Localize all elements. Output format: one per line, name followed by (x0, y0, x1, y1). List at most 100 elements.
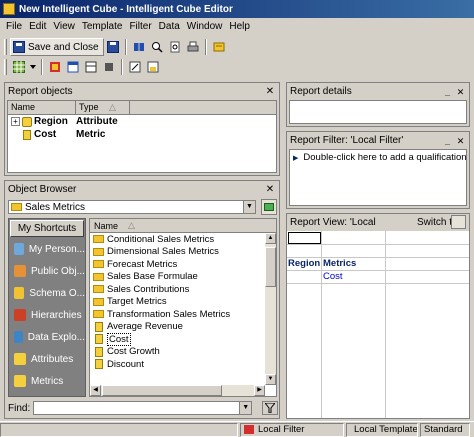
report-object-name: Cost (34, 129, 57, 140)
vertical-scrollbar[interactable]: ▲ ▼ (265, 233, 276, 385)
object-list-item[interactable]: Cost Growth (90, 346, 276, 359)
report-object-type: Attribute (76, 116, 118, 127)
grid-row-header[interactable]: Region (288, 258, 320, 269)
object-list-item[interactable]: Dimensional Sales Metrics (90, 246, 276, 259)
report-objects-list: Name Type △ + Region Attribute Cost Metr… (7, 100, 277, 173)
grid-col-header[interactable]: Metrics (323, 258, 356, 269)
toolbar-separator (121, 59, 123, 75)
report-object-row[interactable]: Cost Metric (8, 128, 276, 141)
book-icon (133, 43, 144, 51)
filter-button[interactable] (262, 401, 278, 415)
chevron-down-icon[interactable]: ▼ (243, 201, 255, 213)
chevron-down-icon (30, 65, 36, 69)
view-dropdown-arrow[interactable] (29, 59, 37, 75)
status-template: Local Template (354, 424, 418, 435)
stop-button[interactable] (101, 59, 117, 75)
close-icon[interactable]: ✕ (264, 184, 276, 195)
object-list-item-label: Sales Base Formulae (107, 271, 198, 283)
object-list-item-label: Sales Contributions (107, 283, 190, 295)
shortcuts-title[interactable]: My Shortcuts (10, 220, 84, 237)
object-list-item[interactable]: Sales Contributions (90, 283, 276, 296)
scroll-up-icon[interactable]: ▲ (265, 233, 276, 244)
object-list-item[interactable]: Conditional Sales Metrics (90, 233, 276, 246)
print-preview-button[interactable] (167, 39, 183, 55)
shortcut-data-explorer[interactable]: Data Explo... (9, 326, 85, 348)
menu-template[interactable]: Template (80, 21, 128, 32)
shortcut-my-personal[interactable]: My Person... (9, 238, 85, 260)
find-input[interactable]: ▼ (33, 401, 253, 415)
toolbar-separator (124, 39, 127, 55)
properties-button[interactable] (211, 39, 227, 55)
shortcut-metrics[interactable]: Metrics (9, 370, 85, 392)
scroll-left-icon[interactable]: ◀ (90, 385, 101, 396)
horizontal-scrollbar[interactable]: ◀ ▶ (90, 385, 265, 396)
report-object-row[interactable]: + Region Attribute (8, 115, 276, 128)
column-header-name[interactable]: Name (8, 101, 76, 114)
menu-filter[interactable]: Filter (127, 21, 156, 32)
vertical-scroll-thumb[interactable] (265, 247, 276, 287)
folder-select[interactable]: Sales Metrics ▼ (8, 200, 256, 214)
menu-help[interactable]: Help (227, 21, 255, 32)
menu-data[interactable]: Data (157, 21, 185, 32)
metric-icon (23, 129, 31, 140)
filter-icon (244, 425, 254, 434)
print-button[interactable] (185, 39, 201, 55)
shortcut-attributes[interactable]: Attributes (9, 348, 85, 370)
object-list-item-label: Target Metrics (107, 296, 167, 308)
object-list-item[interactable]: Target Metrics (90, 296, 276, 309)
toolbar-grip[interactable] (4, 59, 7, 75)
grid-view-button[interactable] (11, 59, 27, 75)
object-list-item[interactable]: Transformation Sales Metrics (90, 308, 276, 321)
toolbar-grip[interactable] (4, 39, 7, 55)
export-button[interactable] (145, 59, 161, 75)
open-book-button[interactable] (131, 39, 147, 55)
metric-icon (95, 359, 103, 370)
grid-selection-cell[interactable] (288, 232, 321, 244)
object-list: Name △ Conditional Sales Metrics Dimensio… (89, 218, 277, 397)
menu-window[interactable]: Window (185, 21, 228, 32)
close-icon[interactable]: ✕ (264, 86, 276, 97)
grid-metric-cell[interactable]: Cost (323, 271, 343, 282)
scroll-down-icon[interactable]: ▼ (265, 374, 276, 385)
menu-edit[interactable]: Edit (27, 21, 51, 32)
edit-button[interactable] (127, 59, 143, 75)
up-folder-button[interactable] (261, 199, 277, 215)
floppy-icon (13, 41, 25, 53)
minimize-icon[interactable]: _ (442, 135, 453, 146)
close-icon[interactable]: ✕ (455, 135, 466, 146)
object-list-item[interactable]: Sales Base Formulae (90, 271, 276, 284)
object-list-item[interactable]: Discount (90, 358, 276, 371)
shortcut-public-objects[interactable]: Public Obj... (9, 260, 85, 282)
report-filter-content[interactable]: ▶ Double-click here to add a qualificati… (289, 149, 467, 206)
sort-up-icon: △ (128, 220, 135, 230)
close-icon[interactable]: ✕ (455, 86, 466, 97)
column-header-type[interactable]: Type △ (76, 101, 130, 114)
scroll-right-icon[interactable]: ▶ (254, 385, 265, 396)
data-view-button[interactable] (83, 59, 99, 75)
horizontal-scroll-thumb[interactable] (102, 385, 222, 396)
save-button[interactable] (105, 39, 121, 55)
design-view-button[interactable] (47, 59, 63, 75)
object-list-header[interactable]: Name △ (90, 219, 276, 233)
sql-view-button[interactable] (65, 59, 81, 75)
filter-hint-text: Double-click here to add a qualification… (303, 152, 467, 163)
object-list-item-label: Discount (107, 358, 144, 370)
menu-view[interactable]: View (51, 21, 80, 32)
minimize-icon[interactable]: _ (442, 86, 453, 97)
object-list-rows: Conditional Sales Metrics Dimensional Sal… (90, 233, 276, 371)
find-button[interactable] (149, 39, 165, 55)
expand-icon[interactable]: + (11, 117, 20, 126)
chevron-down-icon[interactable]: ▼ (239, 402, 252, 414)
filter-hint-row[interactable]: ▶ Double-click here to add a qualificati… (290, 150, 466, 165)
report-view-grid[interactable]: Region Metrics Cost (287, 231, 469, 418)
object-list-item[interactable]: Average Revenue (90, 321, 276, 334)
shortcut-hierarchies[interactable]: Hierarchies (9, 304, 85, 326)
shortcut-schema-objects[interactable]: Schema O... (9, 282, 85, 304)
title-bar: New Intelligent Cube - Intelligent Cube … (0, 0, 474, 18)
object-list-item[interactable]: Cost (90, 332, 276, 346)
save-and-close-button[interactable]: Save and Close (10, 38, 104, 56)
object-list-item[interactable]: Forecast Metrics (90, 258, 276, 271)
menu-file[interactable]: File (4, 21, 27, 32)
switch-view-button[interactable] (451, 215, 466, 229)
object-list-item-label: Transformation Sales Metrics (107, 308, 231, 320)
